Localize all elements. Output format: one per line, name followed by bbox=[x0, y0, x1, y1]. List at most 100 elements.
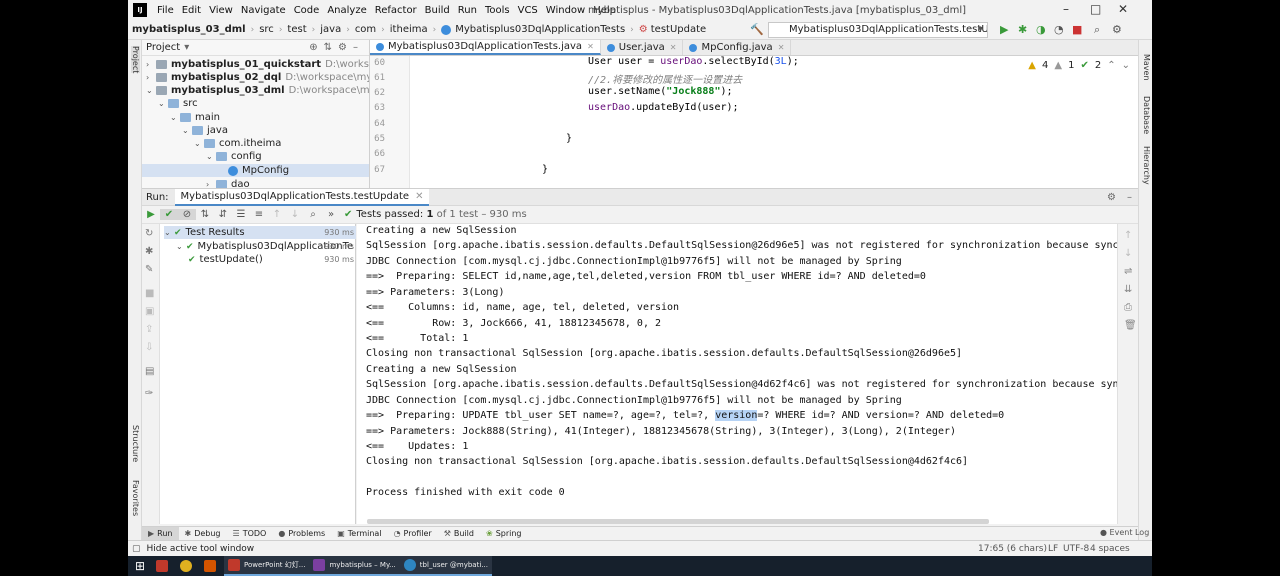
scroll-to-end-icon[interactable]: ⇊ bbox=[1124, 284, 1132, 295]
chevron-up-icon[interactable]: ⌃ bbox=[1107, 60, 1115, 71]
maximize-icon[interactable]: □ bbox=[1090, 2, 1101, 16]
export-icon[interactable]: ⇪ bbox=[145, 324, 153, 335]
menu-build[interactable]: Build bbox=[421, 5, 454, 16]
tree-item-com-itheima[interactable]: ⌄ com.itheima bbox=[194, 137, 281, 150]
menu-analyze[interactable]: Analyze bbox=[323, 5, 370, 16]
tool-tab-run[interactable]: ▶ Run bbox=[142, 527, 179, 540]
tool-tab-debug[interactable]: ✱ Debug bbox=[179, 527, 227, 540]
tool-tab-terminal[interactable]: ▣ Terminal bbox=[331, 527, 387, 540]
file-encoding[interactable]: UTF-8 bbox=[1063, 544, 1089, 554]
arrow-down-icon[interactable]: ↓ bbox=[1124, 248, 1132, 259]
stop-icon[interactable]: ■ bbox=[145, 288, 154, 299]
breadcrumb-module[interactable]: mybatisplus_03_dml bbox=[128, 24, 250, 35]
tree-item-dao[interactable]: › dao bbox=[206, 178, 250, 188]
hide-icon[interactable]: – bbox=[353, 42, 358, 53]
menu-vcs[interactable]: VCS bbox=[514, 5, 542, 16]
menu-window[interactable]: Window bbox=[542, 5, 589, 16]
debug-icon[interactable]: ✱ bbox=[145, 246, 153, 257]
menu-view[interactable]: View bbox=[205, 5, 237, 16]
run-configuration-select[interactable]: Mybatisplus03DqlApplicationTests.testUpd… bbox=[768, 22, 988, 38]
test-method-row[interactable]: ✔ testUpdate() 930 ms bbox=[188, 253, 356, 266]
show-passed-icon[interactable]: ✔ bbox=[160, 209, 178, 220]
profile-icon[interactable]: ◔ bbox=[1054, 23, 1064, 36]
close-icon[interactable]: ✕ bbox=[415, 191, 423, 202]
minimize-icon[interactable]: – bbox=[1063, 2, 1069, 16]
breadcrumb-com[interactable]: com bbox=[351, 24, 380, 35]
event-log[interactable]: ● Event Log bbox=[1100, 528, 1149, 537]
close-icon[interactable]: ✕ bbox=[587, 42, 594, 51]
run-icon[interactable]: ▶ bbox=[1000, 23, 1008, 36]
soft-wrap-icon[interactable]: ⇌ bbox=[1124, 266, 1132, 277]
maven-tool-tab[interactable]: Maven bbox=[1142, 54, 1151, 81]
stop-icon[interactable]: ■ bbox=[1072, 23, 1082, 36]
code-editor[interactable]: Mybatisplus03DqlApplicationTests.java ✕ U… bbox=[370, 40, 1138, 188]
arrow-up-icon[interactable]: ↑ bbox=[1124, 230, 1132, 241]
close-icon[interactable]: ✕ bbox=[1118, 2, 1128, 16]
database-tool-tab[interactable]: Database bbox=[1142, 96, 1151, 134]
sort-duration-icon[interactable]: ⇵ bbox=[214, 209, 232, 220]
menu-file[interactable]: File bbox=[153, 5, 178, 16]
breadcrumb-java[interactable]: java bbox=[316, 24, 345, 35]
gear-icon[interactable]: ⚙ bbox=[338, 42, 347, 53]
hierarchy-tool-tab[interactable]: Hierarchy bbox=[1142, 146, 1151, 185]
indent-setting[interactable]: 4 spaces bbox=[1090, 544, 1130, 554]
menu-code[interactable]: Code bbox=[290, 5, 324, 16]
project-tool-tab[interactable]: Project bbox=[131, 46, 140, 74]
tree-item-src[interactable]: ⌄ src bbox=[158, 97, 198, 110]
test-class-row[interactable]: ⌄ ✔ Mybatisplus03DqlApplicationTe 930 ms bbox=[176, 240, 356, 253]
layout-icon[interactable]: ▤ bbox=[145, 366, 154, 377]
tool-tab-build[interactable]: ⚒ Build bbox=[438, 527, 480, 540]
run-tab[interactable]: Mybatisplus03DqlApplicationTests.testUpd… bbox=[174, 188, 430, 206]
menu-edit[interactable]: Edit bbox=[178, 5, 205, 16]
close-icon[interactable]: ✕ bbox=[778, 43, 785, 52]
menu-tools[interactable]: Tools bbox=[481, 5, 514, 16]
breadcrumb-itheima[interactable]: itheima bbox=[386, 24, 432, 35]
search-icon[interactable]: ⌕ bbox=[1094, 23, 1100, 37]
tree-item-module-01[interactable]: ›mybatisplus_01_quickstartD:\workspace\m… bbox=[146, 58, 369, 71]
test-results-tree[interactable]: ⌄ ✔ Test Results 930 ms ⌄ ✔ Mybatisplus03DqlA… bbox=[160, 224, 356, 524]
tree-item-main[interactable]: ⌄ main bbox=[170, 111, 220, 124]
breadcrumb-src[interactable]: src bbox=[255, 24, 278, 35]
settings-icon[interactable]: ⚙ bbox=[1112, 23, 1122, 36]
collapse-icon[interactable]: ⇅ bbox=[324, 42, 332, 53]
start-button[interactable]: ⊞ bbox=[128, 556, 152, 576]
sort-alpha-icon[interactable]: ⇅ bbox=[196, 209, 214, 220]
tree-item-config[interactable]: ⌄ config bbox=[206, 150, 262, 163]
previous-icon[interactable]: ↑ bbox=[268, 209, 286, 220]
inspection-widget[interactable]: ▲ 4 ▲ 1 ✔ 2 ⌃ ⌄ bbox=[1028, 60, 1130, 71]
tree-item-mpconfig[interactable]: MpConfig bbox=[142, 164, 369, 177]
structure-tool-tab[interactable]: Structure bbox=[131, 425, 140, 462]
breadcrumb-test[interactable]: test bbox=[283, 24, 310, 35]
tree-item-module-03[interactable]: ⌄mybatisplus_03_dmlD:\workspace\mybatisp… bbox=[146, 84, 369, 97]
menu-navigate[interactable]: Navigate bbox=[237, 5, 290, 16]
menu-refactor[interactable]: Refactor bbox=[371, 5, 421, 16]
hammer-icon[interactable]: 🔨 bbox=[750, 23, 764, 36]
search-icon[interactable]: ⌕ bbox=[304, 209, 322, 220]
menu-run[interactable]: Run bbox=[454, 5, 481, 16]
taskbar-datagrip[interactable]: tbl_user @mybati... bbox=[399, 556, 492, 576]
close-icon[interactable]: ✕ bbox=[670, 43, 677, 52]
taskbar-powerpoint[interactable]: PowerPoint 幻灯... bbox=[224, 556, 310, 576]
caret-position[interactable]: 17:65 (6 chars) bbox=[978, 544, 1047, 554]
expand-all-icon[interactable]: ☰ bbox=[232, 209, 250, 220]
tab-mpconfig-java[interactable]: MpConfig.java ✕ bbox=[683, 40, 792, 55]
debug-icon[interactable]: ✱ bbox=[1018, 23, 1027, 36]
breadcrumb-method[interactable]: ⚙ testUpdate bbox=[635, 24, 710, 35]
print-icon[interactable]: ⎙ bbox=[1124, 302, 1132, 313]
tool-tab-problems[interactable]: ● Problems bbox=[272, 527, 331, 540]
trash-icon[interactable]: 🗑 bbox=[1124, 320, 1137, 331]
coverage-icon[interactable]: ◑ bbox=[1036, 23, 1046, 36]
chevron-down-icon[interactable]: ⌄ bbox=[1122, 60, 1130, 71]
test-results-root[interactable]: ⌄ ✔ Test Results 930 ms bbox=[164, 226, 356, 239]
project-view-select[interactable]: Project bbox=[146, 42, 180, 53]
rerun-failed-icon[interactable]: ↻ bbox=[145, 228, 153, 239]
rerun-icon[interactable]: ▶ bbox=[142, 209, 160, 220]
import-icon[interactable]: ⇩ bbox=[145, 342, 153, 353]
taskbar-app[interactable] bbox=[200, 556, 224, 576]
horizontal-scrollbar[interactable] bbox=[367, 519, 989, 524]
tool-tab-spring[interactable]: ❀ Spring bbox=[480, 527, 528, 540]
taskbar-chrome[interactable] bbox=[176, 556, 200, 576]
locate-icon[interactable]: ⊕ bbox=[309, 42, 317, 53]
collapse-all-icon[interactable]: ≡ bbox=[250, 209, 268, 220]
tool-tab-todo[interactable]: ☰ TODO bbox=[227, 527, 273, 540]
